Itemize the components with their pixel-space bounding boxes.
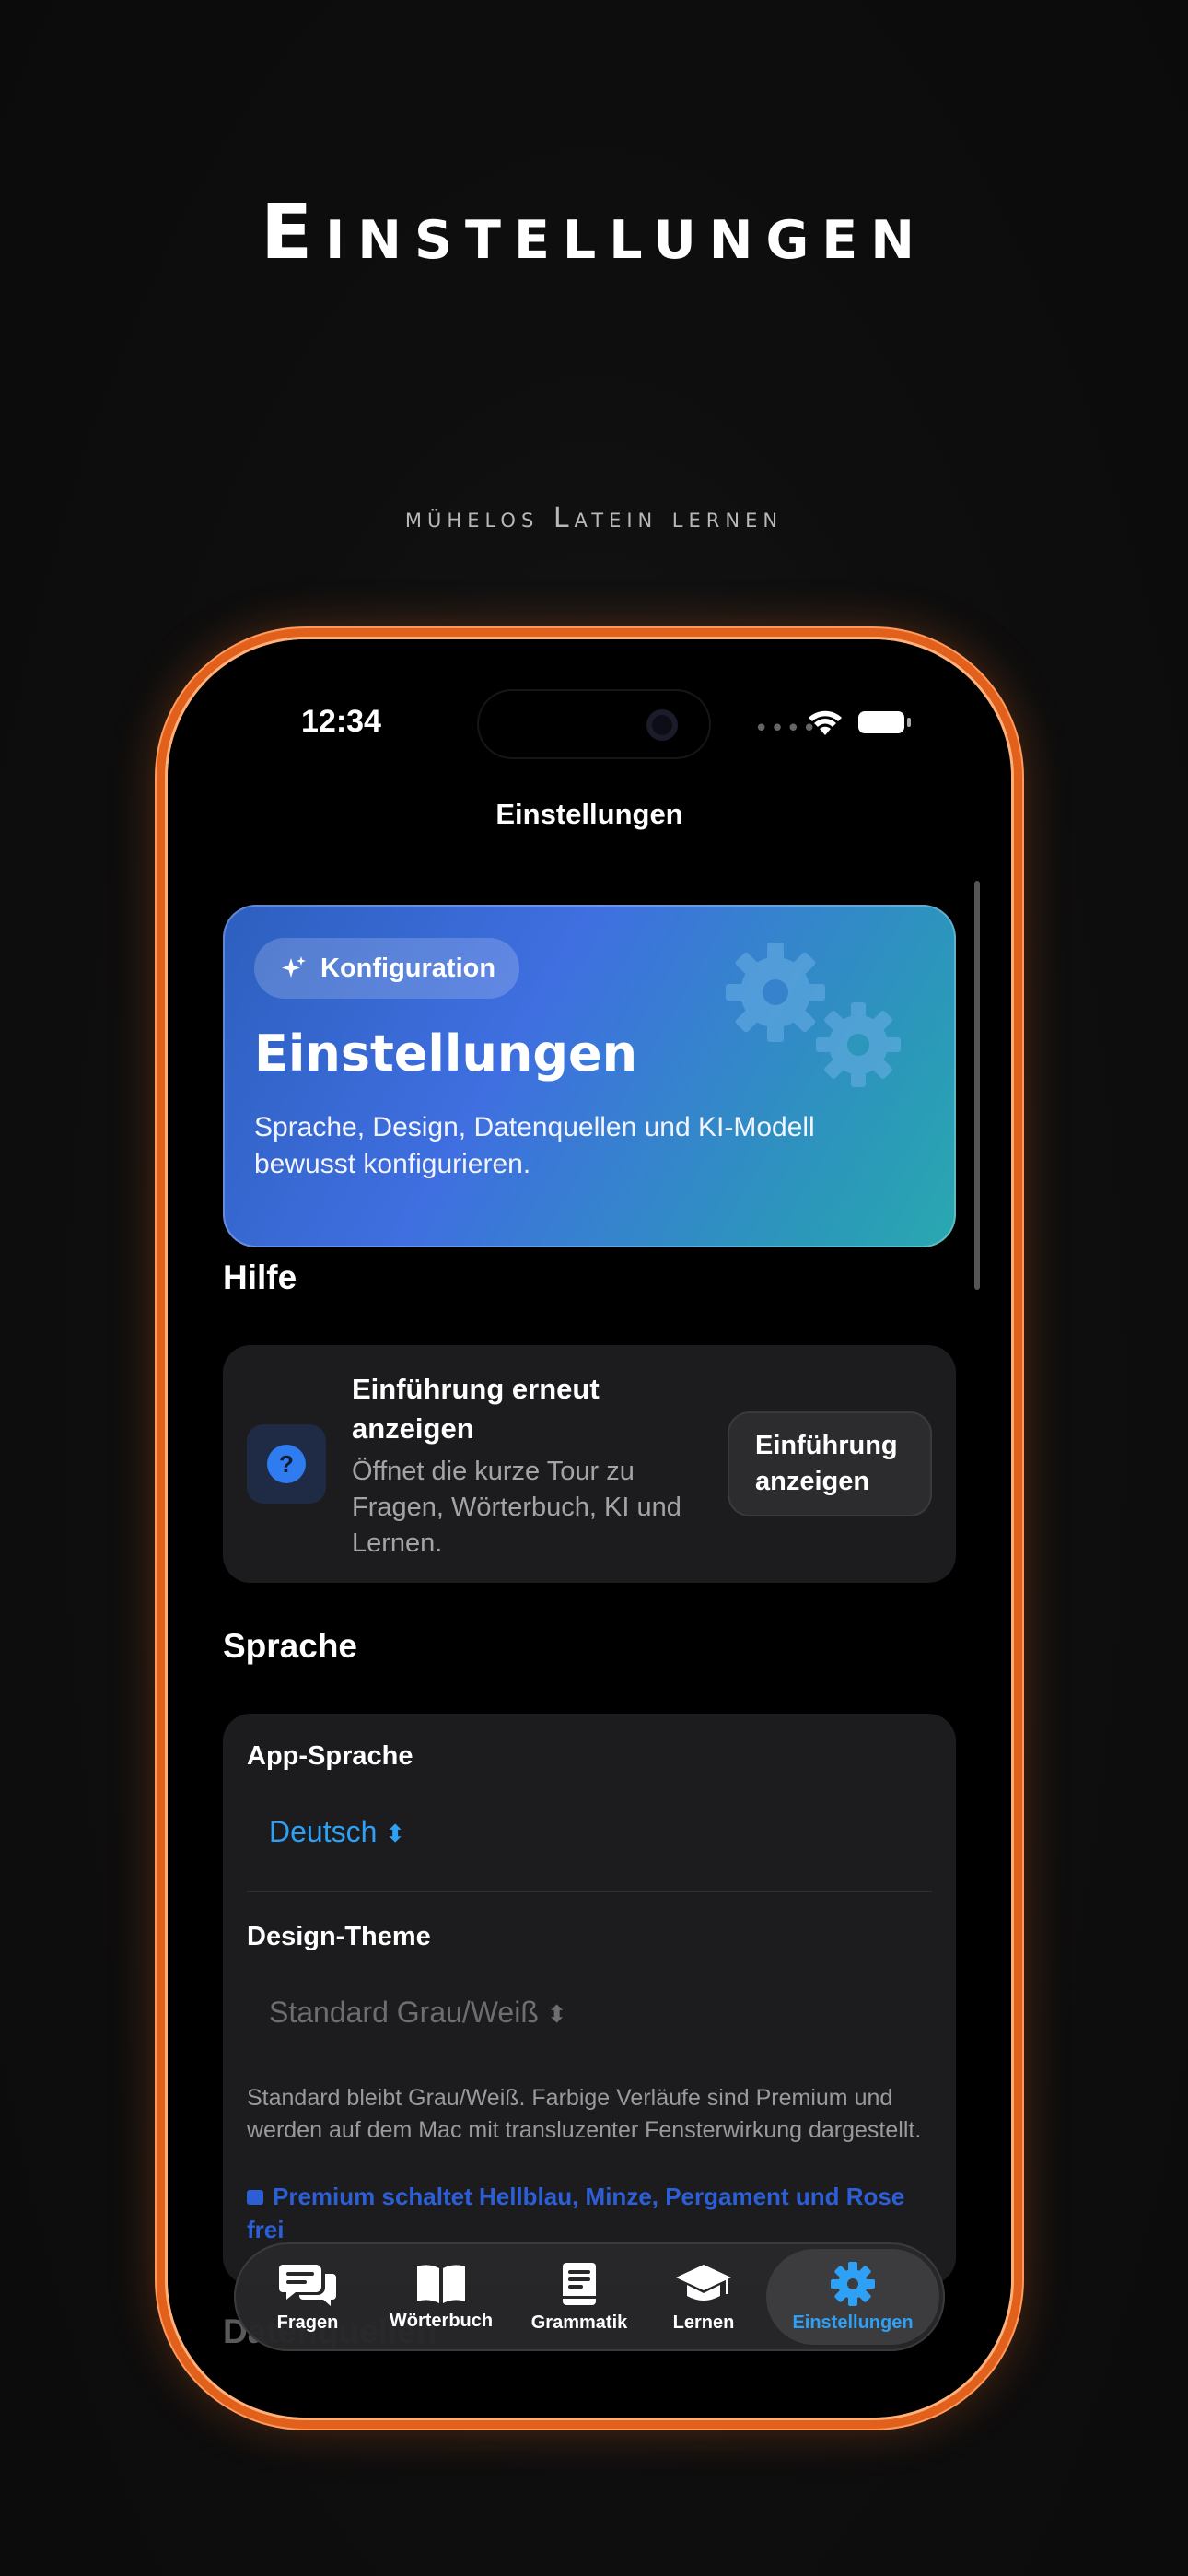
wifi-icon [809,710,842,735]
chat-bubbles-icon [279,2264,336,2306]
theme-picker[interactable]: Standard Grau/Weiß ⬍ [269,1996,567,2030]
app-language-picker[interactable]: Deutsch ⬍ [269,1815,405,1849]
gears-icon [726,943,901,1087]
tab-grammatik[interactable]: Grammatik [519,2242,639,2351]
question-mark-icon: ? [267,1445,306,1483]
phone-screen: 12:34 •••• Einstellungen Konfiguration E… [168,639,1011,2418]
card-description: Sprache, Design, Datenquellen und KI-Mod… [254,1112,815,1179]
graduation-cap-icon [676,2264,731,2301]
settings-header-card: Konfiguration Einstellungen Sprache, Des… [223,905,956,1247]
hero-title: Einstellungen [261,189,927,276]
section-title-help: Hilfe [223,1259,297,1296]
tab-label: Einstellungen [792,2312,914,2333]
phone-frame: 12:34 •••• Einstellungen Konfiguration E… [168,639,1011,2418]
tab-label: Wörterbuch [389,2310,494,2331]
theme-label: Design-Theme [247,1922,431,1951]
show-intro-button[interactable]: Einführung anzeigen [728,1411,932,1516]
premium-note[interactable]: Premium schaltet Hellblau, Minze, Pergam… [247,2180,928,2246]
card-title: Einstellungen [254,1025,638,1083]
book-icon [417,2264,465,2303]
chevron-up-down-icon: ⬍ [546,2000,567,2028]
chevron-up-down-icon: ⬍ [385,1820,406,1847]
badge-label: Konfiguration [320,953,496,983]
app-language-value: Deutsch [269,1815,378,1848]
camera-icon [646,709,678,741]
sparkles-icon [282,956,306,978]
premium-note-text: Premium schaltet Hellblau, Minze, Pergam… [247,2183,905,2243]
tab-fragen[interactable]: Fragen [252,2242,363,2351]
help-panel: ? Einführung erneut anzeigen Öffnet die … [223,1345,956,1583]
status-time: 12:34 [301,704,381,739]
language-panel: App-Sprache Deutsch ⬍ Design-Theme Stand… [223,1714,956,2285]
hero-subtitle: mühelos Latein lernen [404,502,784,534]
tab-label: Fragen [276,2312,339,2333]
scrollbar[interactable] [974,881,980,1290]
tab-label: Lernen [672,2312,735,2333]
nav-title: Einstellungen [495,798,683,830]
svg-text:?: ? [279,1450,294,1478]
app-language-label: App-Sprache [247,1741,413,1771]
grammar-book-icon [563,2262,596,2305]
divider [247,1891,932,1892]
help-description: Öffnet die kurze Tour zu Fragen, Wörterb… [352,1457,681,1558]
lock-icon [247,2190,263,2205]
tab-label: Grammatik [530,2312,628,2333]
configuration-badge: Konfiguration [254,938,520,999]
tab-bar: Fragen Wörterbuch Grammatik Lernen Einst… [234,2242,945,2351]
help-title: Einführung erneut anzeigen [352,1373,600,1445]
help-icon-box: ? [247,1424,326,1504]
tab-woerterbuch[interactable]: Wörterbuch [372,2242,510,2351]
gear-icon [831,2261,875,2306]
battery-icon [858,711,911,733]
theme-note: Standard bleibt Grau/Weiß. Farbige Verlä… [247,2085,922,2143]
theme-value: Standard Grau/Weiß [269,1996,539,2029]
tab-lernen[interactable]: Lernen [648,2242,759,2351]
tab-einstellungen[interactable]: Einstellungen [766,2249,939,2345]
section-title-language: Sprache [223,1627,358,1665]
